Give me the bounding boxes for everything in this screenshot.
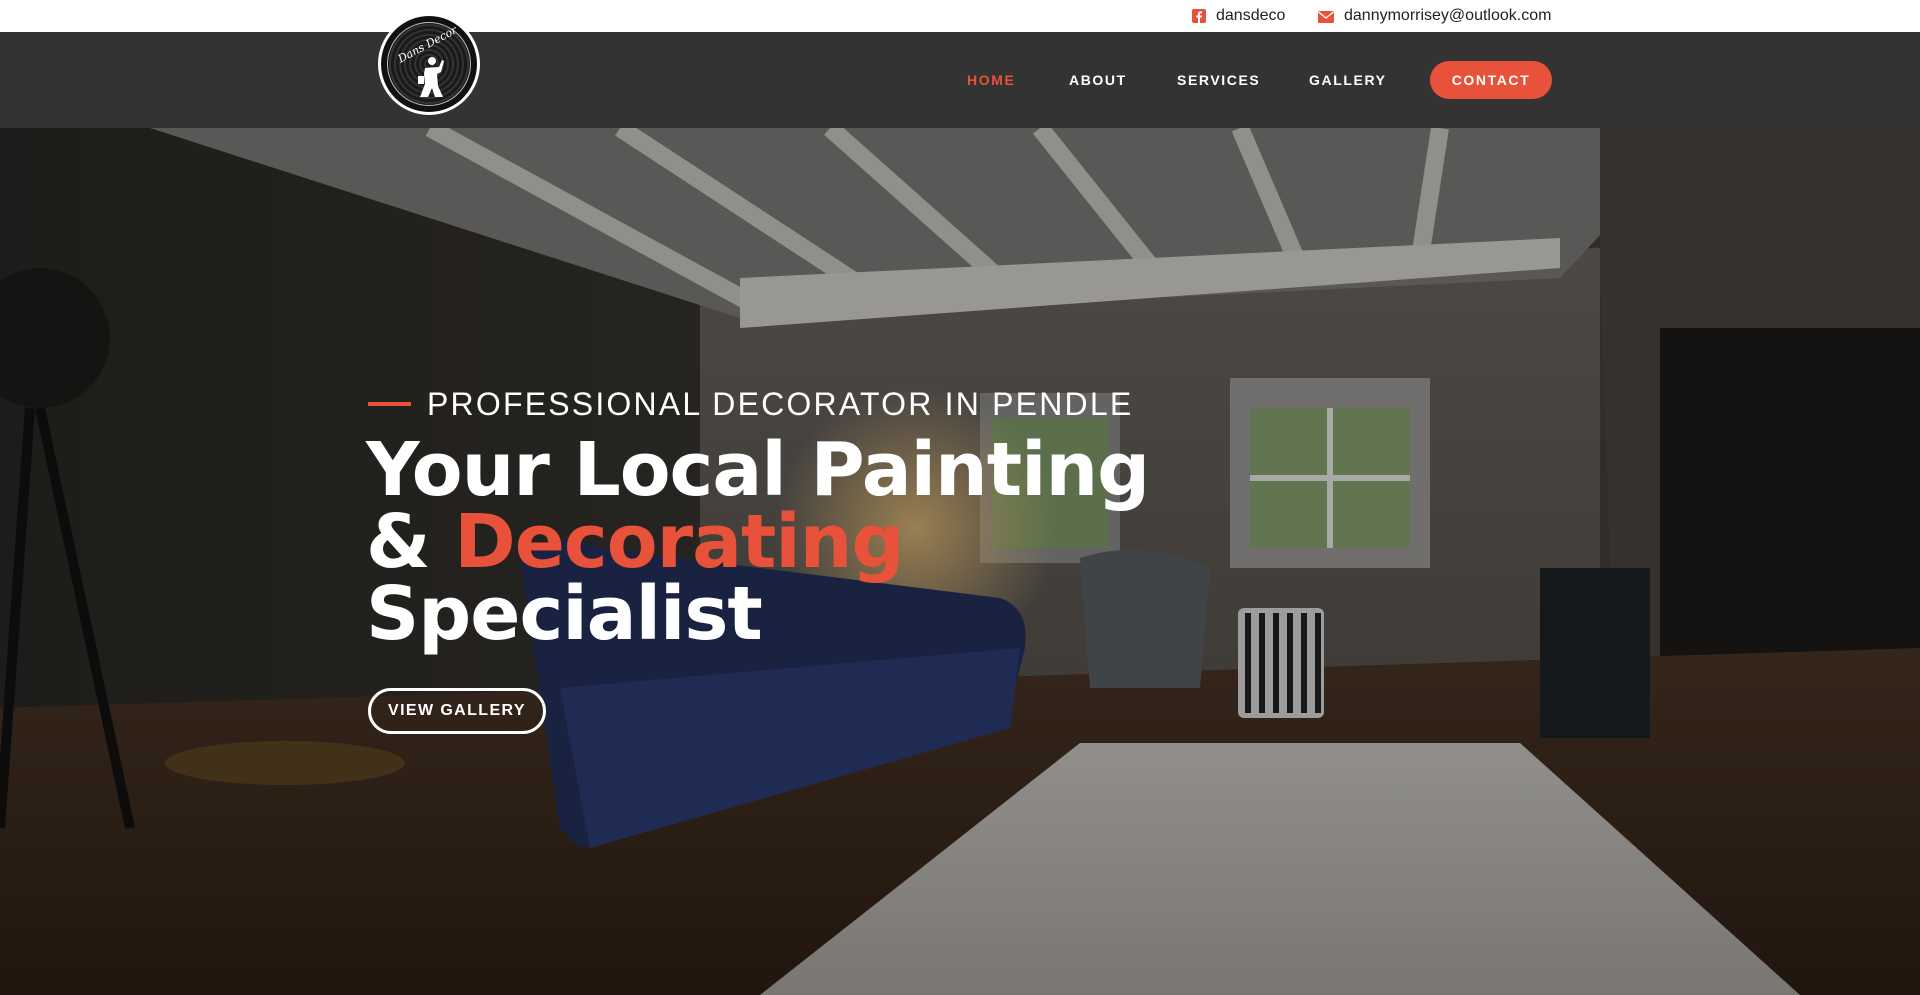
painter-figure-icon xyxy=(418,57,444,97)
nav-services[interactable]: SERVICES xyxy=(1177,32,1260,128)
facebook-square-icon xyxy=(1192,9,1206,23)
top-contact-bar: dansdeco dannymorrisey@outlook.com xyxy=(0,0,1920,32)
eyebrow-accent-line xyxy=(368,402,411,406)
headline-line-3: Specialist xyxy=(366,571,763,657)
hero-section: PROFESSIONAL DECORATOR IN PENDLE Your Lo… xyxy=(0,128,1920,995)
hero-headline: Your Local Painting & Decorating Special… xyxy=(366,433,1150,651)
hero-eyebrow: PROFESSIONAL DECORATOR IN PENDLE xyxy=(427,386,1134,422)
email-label: dannymorrisey@outlook.com xyxy=(1344,7,1552,24)
facebook-link[interactable]: dansdeco xyxy=(1192,0,1285,32)
email-link[interactable]: dannymorrisey@outlook.com xyxy=(1318,0,1551,32)
site-logo[interactable]: Dans Decor xyxy=(378,13,480,115)
view-gallery-button[interactable]: VIEW GALLERY xyxy=(368,688,546,734)
envelope-icon xyxy=(1318,10,1334,23)
nav-about[interactable]: ABOUT xyxy=(1069,32,1127,128)
contact-button[interactable]: CONTACT xyxy=(1430,61,1552,99)
nav-gallery[interactable]: GALLERY xyxy=(1309,32,1387,128)
nav-home[interactable]: HOME xyxy=(967,32,1015,128)
main-navbar xyxy=(0,32,1920,128)
facebook-label: dansdeco xyxy=(1216,7,1286,24)
